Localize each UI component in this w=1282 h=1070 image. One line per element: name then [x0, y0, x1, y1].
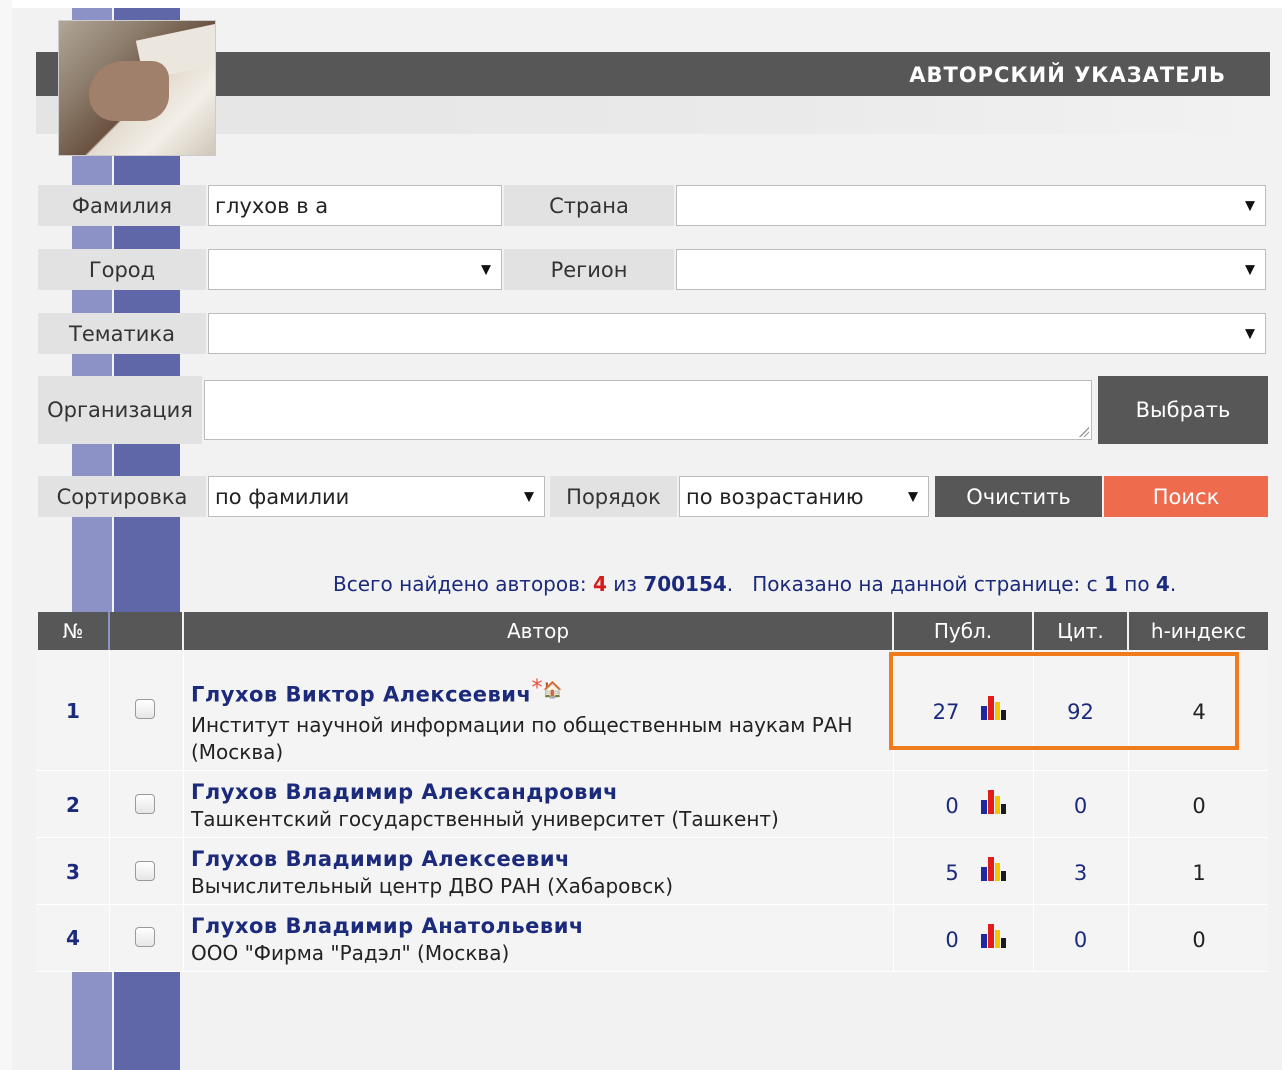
col-header-author[interactable]: Автор: [184, 612, 892, 650]
page-title: АВТОРСКИЙ УКАЗАТЕЛЬ: [909, 63, 1226, 87]
author-name-link[interactable]: Глухов Владимир Алексеевич: [191, 847, 570, 871]
col-header-pubs[interactable]: Публ.: [894, 612, 1032, 650]
topic-label: Тематика: [38, 313, 206, 354]
org-label: Организация: [38, 376, 202, 444]
citations-count-link[interactable]: 0: [1034, 928, 1127, 952]
author-name-link[interactable]: Глухов Виктор Алексеевич: [191, 682, 531, 706]
summary-of: из: [613, 572, 637, 596]
summary-shown-prefix: . Показано на данной странице: с: [726, 572, 1098, 596]
chevron-down-icon: ▼: [1245, 326, 1255, 341]
resize-handle-icon[interactable]: [1079, 427, 1089, 437]
author-affiliation: Ташкентский государственный университет …: [191, 807, 779, 831]
row-number: 3: [66, 860, 80, 884]
author-affiliation: Вычислительный центр ДВО РАН (Хабаровск): [191, 874, 674, 898]
author-affiliation: ООО "Фирма "Радэл" (Москва): [191, 941, 510, 965]
header-photo: [58, 20, 216, 156]
summary-total: 700154: [643, 572, 727, 596]
chevron-down-icon: ▼: [1245, 198, 1255, 213]
topic-select[interactable]: ▼: [208, 313, 1266, 354]
order-value: по возрастанию: [686, 484, 864, 509]
author-name-link[interactable]: Глухов Владимир Александрович: [191, 780, 618, 804]
home-icon[interactable]: 🏠: [542, 680, 562, 699]
chevron-down-icon: ▼: [1245, 262, 1255, 277]
publications-count-link[interactable]: 0: [932, 928, 972, 952]
bar-chart-icon[interactable]: [980, 790, 1006, 814]
sort-value: по фамилии: [215, 484, 350, 509]
title-subbar: [36, 96, 1270, 134]
search-button[interactable]: Поиск: [1104, 476, 1268, 517]
col-header-h-index[interactable]: h-индекс: [1129, 612, 1268, 650]
city-select[interactable]: ▼: [208, 249, 502, 290]
results-summary: Всего найдено авторов: 4 из 700154. Пока…: [333, 572, 1176, 596]
city-label: Город: [38, 249, 206, 290]
summary-to-text: по: [1124, 572, 1150, 596]
summary-found-prefix: Всего найдено авторов:: [333, 572, 587, 596]
order-select[interactable]: по возрастанию ▼: [679, 476, 929, 517]
page-margin: [0, 0, 12, 1070]
row-checkbox[interactable]: [135, 861, 155, 881]
photo-hand: [89, 61, 169, 121]
summary-found-count: 4: [593, 572, 607, 596]
star-marker-icon: *: [531, 676, 543, 701]
summary-from: 1: [1103, 572, 1118, 596]
sort-label: Сортировка: [38, 476, 206, 517]
row-number: 2: [66, 793, 80, 817]
author-name-link[interactable]: Глухов Владимир Анатольевич: [191, 914, 584, 938]
col-header-select: [110, 612, 182, 650]
row-number: 1: [66, 699, 80, 723]
region-select[interactable]: ▼: [676, 249, 1266, 290]
summary-end: .: [1169, 572, 1177, 596]
citations-count-link[interactable]: 0: [1034, 794, 1127, 818]
row-checkbox[interactable]: [135, 927, 155, 947]
country-label: Страна: [504, 185, 674, 226]
surname-label: Фамилия: [38, 185, 206, 226]
country-select[interactable]: ▼: [676, 185, 1266, 226]
bar-chart-icon[interactable]: [980, 857, 1006, 881]
h-index-value: 1: [1192, 861, 1206, 885]
row-checkbox[interactable]: [135, 699, 155, 719]
author-affiliation: Институт научной информации по обществен…: [191, 713, 853, 764]
h-index-value: 0: [1192, 794, 1206, 818]
citations-count-link[interactable]: 3: [1034, 861, 1127, 885]
sort-select[interactable]: по фамилии ▼: [208, 476, 545, 517]
highlight-box: [889, 652, 1239, 750]
column-divider: [183, 650, 184, 971]
order-label: Порядок: [550, 476, 677, 517]
publications-count-link[interactable]: 0: [932, 794, 972, 818]
org-textarea[interactable]: [204, 380, 1092, 440]
h-index-value: 0: [1192, 928, 1206, 952]
surname-input[interactable]: глухов в а: [208, 185, 502, 226]
choose-button[interactable]: Выбрать: [1098, 376, 1268, 444]
summary-to: 4: [1155, 572, 1170, 596]
surname-value: глухов в а: [215, 193, 329, 218]
region-label: Регион: [504, 249, 674, 290]
row-checkbox[interactable]: [135, 794, 155, 814]
bar-chart-icon[interactable]: [980, 924, 1006, 948]
chevron-down-icon: ▼: [908, 489, 918, 504]
col-header-cites[interactable]: Цит.: [1034, 612, 1127, 650]
col-header-num: №: [38, 612, 108, 650]
column-divider: [109, 650, 110, 971]
chevron-down-icon: ▼: [524, 489, 534, 504]
row-number: 4: [66, 926, 80, 950]
chevron-down-icon: ▼: [481, 262, 491, 277]
author-name-wrap: Глухов Виктор Алексеевич*🏠: [191, 676, 562, 706]
publications-count-link[interactable]: 5: [932, 861, 972, 885]
clear-button[interactable]: Очистить: [935, 476, 1102, 517]
